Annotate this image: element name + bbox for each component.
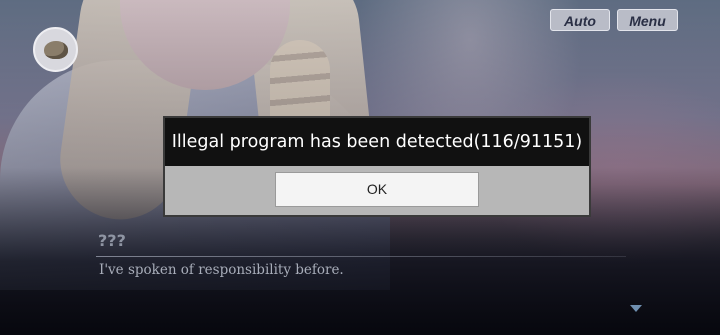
alert-footer: OK <box>165 166 589 215</box>
alert-message: Illegal program has been detected(116/91… <box>171 132 583 152</box>
auto-button[interactable]: Auto <box>550 9 610 31</box>
character-portrait-icon[interactable] <box>33 27 78 72</box>
speaker-name: ??? <box>98 231 126 250</box>
portrait-glyph <box>43 40 68 59</box>
dialogue-divider <box>96 256 626 257</box>
dialogue-text: I've spoken of responsibility before. <box>99 262 344 278</box>
ok-button[interactable]: OK <box>275 172 479 207</box>
alert-dialog: Illegal program has been detected(116/91… <box>163 116 591 217</box>
menu-button[interactable]: Menu <box>617 9 678 31</box>
triangle-down-icon[interactable] <box>630 305 642 312</box>
